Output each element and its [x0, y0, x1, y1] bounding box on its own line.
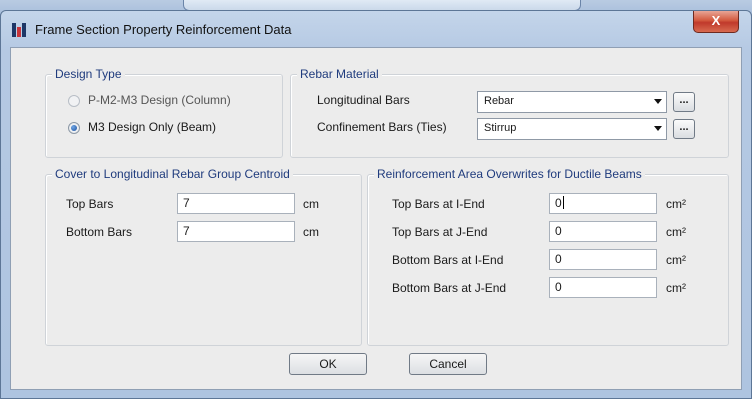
- radio-beam-design-label: M3 Design Only (Beam): [88, 120, 217, 134]
- dialog-window: Frame Section Property Reinforcement Dat…: [0, 10, 752, 399]
- bottom-bars-i-end-unit: cm²: [666, 253, 686, 267]
- title-bar[interactable]: Frame Section Property Reinforcement Dat…: [1, 11, 751, 49]
- cover-title: Cover to Longitudinal Rebar Group Centro…: [52, 167, 293, 181]
- top-bars-j-end-unit: cm²: [666, 225, 686, 239]
- confinement-bars-label: Confinement Bars (Ties): [317, 120, 447, 134]
- text-caret: [562, 196, 564, 209]
- dialog-client-area: Design Type P-M2-M3 Design (Column) M3 D…: [10, 47, 742, 390]
- bottom-bars-j-end-unit: cm²: [666, 281, 686, 295]
- confinement-bars-select[interactable]: Stirrup: [477, 118, 667, 140]
- radio-column-design[interactable]: [68, 95, 80, 107]
- rebar-material-title: Rebar Material: [297, 67, 382, 81]
- longitudinal-bars-label: Longitudinal Bars: [317, 93, 410, 107]
- chevron-down-icon: [654, 99, 662, 104]
- confinement-bars-more-button[interactable]: ...: [673, 119, 695, 139]
- top-bars-i-end-input[interactable]: 0: [549, 193, 657, 214]
- cancel-button[interactable]: Cancel: [409, 353, 487, 375]
- chevron-down-icon: [654, 126, 662, 131]
- longitudinal-bars-value: Rebar: [484, 95, 514, 107]
- bottom-bars-i-end-input[interactable]: 0: [549, 249, 657, 270]
- radio-beam-design[interactable]: [68, 122, 80, 134]
- cover-bottom-bars-unit: cm: [303, 225, 319, 239]
- bottom-bars-j-end-input[interactable]: 0: [549, 277, 657, 298]
- cover-bottom-bars-input[interactable]: 7: [177, 221, 295, 242]
- ok-button[interactable]: OK: [289, 353, 367, 375]
- app-icon: [12, 23, 28, 37]
- bottom-bars-j-end-label: Bottom Bars at J-End: [392, 281, 507, 295]
- rebar-material-group: Rebar Material Longitudinal Bars Rebar .…: [290, 67, 729, 158]
- cover-top-bars-unit: cm: [303, 197, 319, 211]
- window-title: Frame Section Property Reinforcement Dat…: [35, 22, 292, 37]
- cover-group: Cover to Longitudinal Rebar Group Centro…: [45, 167, 362, 346]
- longitudinal-bars-more-button[interactable]: ...: [673, 92, 695, 112]
- top-bars-i-end-unit: cm²: [666, 197, 686, 211]
- confinement-bars-value: Stirrup: [484, 122, 517, 134]
- cover-top-bars-input[interactable]: 7: [177, 193, 295, 214]
- cover-bottom-bars-label: Bottom Bars: [66, 225, 133, 239]
- close-button[interactable]: X: [693, 11, 739, 33]
- cover-top-bars-label: Top Bars: [66, 197, 114, 211]
- top-bars-j-end-input[interactable]: 0: [549, 221, 657, 242]
- longitudinal-bars-select[interactable]: Rebar: [477, 91, 667, 113]
- top-bars-i-end-label: Top Bars at I-End: [392, 197, 485, 211]
- overwrites-title: Reinforcement Area Overwrites for Ductil…: [374, 167, 645, 181]
- radio-column-design-label: P-M2-M3 Design (Column): [88, 93, 231, 107]
- bottom-bars-i-end-label: Bottom Bars at I-End: [392, 253, 504, 267]
- overwrites-group: Reinforcement Area Overwrites for Ductil…: [367, 167, 729, 346]
- design-type-title: Design Type: [52, 67, 125, 81]
- top-bars-j-end-label: Top Bars at J-End: [392, 225, 488, 239]
- design-type-group: Design Type P-M2-M3 Design (Column) M3 D…: [45, 67, 283, 158]
